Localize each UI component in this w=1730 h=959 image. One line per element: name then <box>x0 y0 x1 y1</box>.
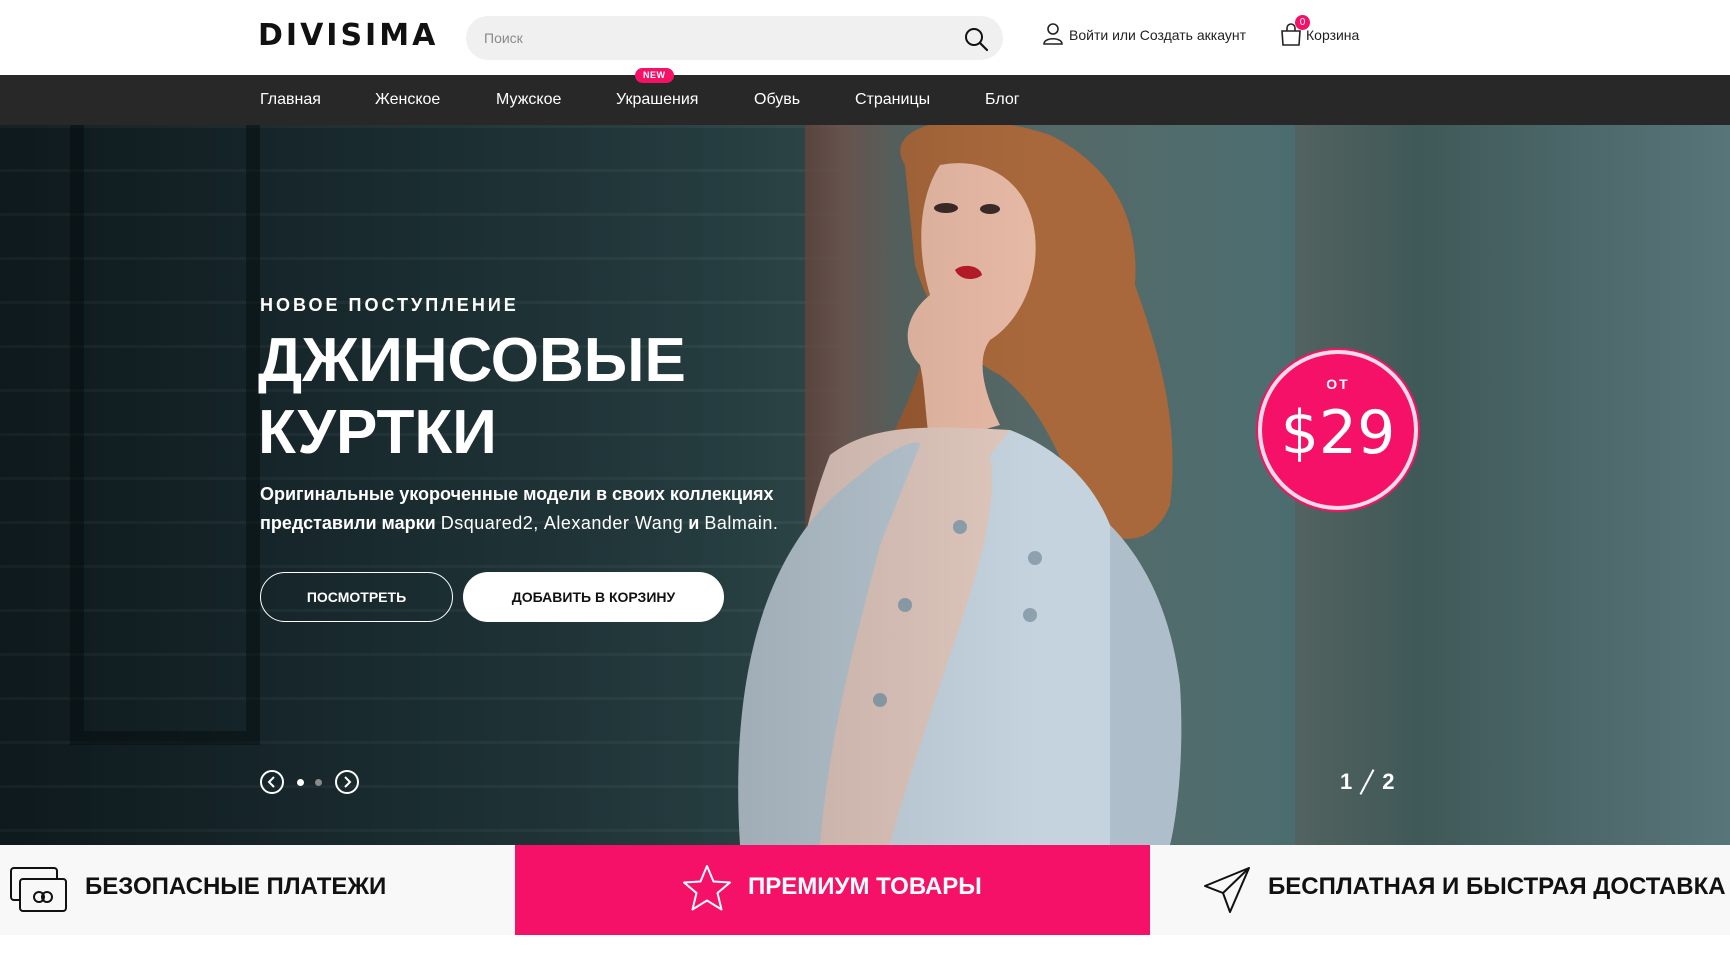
nav-item-pages[interactable]: Страницы <box>855 75 930 125</box>
hero-desc-end: . <box>772 513 779 533</box>
hero-desc-separator: , <box>533 513 539 533</box>
nav-item-shoes[interactable]: Обувь <box>754 75 800 125</box>
search-bar <box>466 16 1003 60</box>
feature-label: ПРЕМИУМ ТОВАРЫ <box>748 873 982 900</box>
nav-item-blog[interactable]: Блог <box>985 75 1020 125</box>
feature-secure-payments: БЕЗОПАСНЫЕ ПЛАТЕЖИ <box>0 845 515 935</box>
feature-label: БЕЗОПАСНЫЕ ПЛАТЕЖИ <box>85 873 387 900</box>
user-icon <box>1043 22 1063 48</box>
feature-premium-products: ПРЕМИУМ ТОВАРЫ <box>515 845 1150 935</box>
credit-card-icon <box>8 865 70 920</box>
search-icon[interactable] <box>963 26 989 52</box>
shopping-bag-icon: 0 <box>1280 15 1310 47</box>
hero-brand-1: Dsquared2 <box>440 513 534 533</box>
hero-slider: НОВОЕ ПОСТУПЛЕНИЕ ДЖИНСОВЫЕ КУРТКИ Ориги… <box>0 125 1730 845</box>
price-from-label: ОТ <box>1326 376 1350 392</box>
site-logo[interactable]: DIVISIMA <box>258 18 438 53</box>
hero-kicker: НОВОЕ ПОСТУПЛЕНИЕ <box>260 295 519 315</box>
star-icon <box>681 863 733 920</box>
search-input[interactable] <box>484 16 924 60</box>
cart-link[interactable]: 0 Корзина <box>1280 15 1360 48</box>
hero-desc-and: и <box>688 513 700 533</box>
add-to-cart-button[interactable]: ДОБАВИТЬ В КОРЗИНУ <box>463 572 724 622</box>
price-badge: ОТ $29 <box>1258 350 1418 510</box>
cart-label: Корзина <box>1306 27 1360 43</box>
new-badge: NEW <box>635 68 674 83</box>
hero-title: ДЖИНСОВЫЕ КУРТКИ <box>258 326 686 467</box>
slider-dot-2[interactable] <box>315 779 322 786</box>
nav-item-men[interactable]: Мужское <box>496 75 561 125</box>
hero-brand-2: Alexander Wang <box>543 513 684 533</box>
nav-item-women[interactable]: Женское <box>375 75 440 125</box>
account-label: Войти или Создать аккаунт <box>1069 27 1246 43</box>
slide-separator <box>1359 769 1375 795</box>
nav-item-home[interactable]: Главная <box>260 75 321 125</box>
price-value: $29 <box>1280 398 1396 468</box>
hero-description: Оригинальные укороченные модели в своих … <box>260 480 780 538</box>
cart-count-badge: 0 <box>1295 15 1310 30</box>
slide-total: 2 <box>1382 769 1395 794</box>
chevron-left-icon <box>267 776 275 788</box>
top-header: DIVISIMA Войти или Создать аккаунт 0 Кор… <box>0 0 1730 75</box>
account-link[interactable]: Войти или Создать аккаунт <box>1043 22 1246 48</box>
main-nav: Главная Женское Мужское Украшения NEW Об… <box>0 68 1730 125</box>
slider-prev-button[interactable] <box>260 770 284 794</box>
view-button[interactable]: ПОСМОТРЕТЬ <box>260 572 453 622</box>
paper-plane-icon <box>1202 865 1252 920</box>
slide-current: 1 <box>1340 769 1353 794</box>
chevron-right-icon <box>344 776 352 788</box>
slider-next-button[interactable] <box>335 770 359 794</box>
feature-label: БЕСПЛАТНАЯ И БЫСТРАЯ ДОСТАВКА <box>1268 873 1726 900</box>
slide-counter: 1 2 <box>1340 768 1395 796</box>
hero-brand-3: Balmain <box>704 513 773 533</box>
feature-free-fast-delivery: БЕСПЛАТНАЯ И БЫСТРАЯ ДОСТАВКА <box>1150 845 1730 935</box>
slider-dot-1[interactable] <box>297 779 304 786</box>
